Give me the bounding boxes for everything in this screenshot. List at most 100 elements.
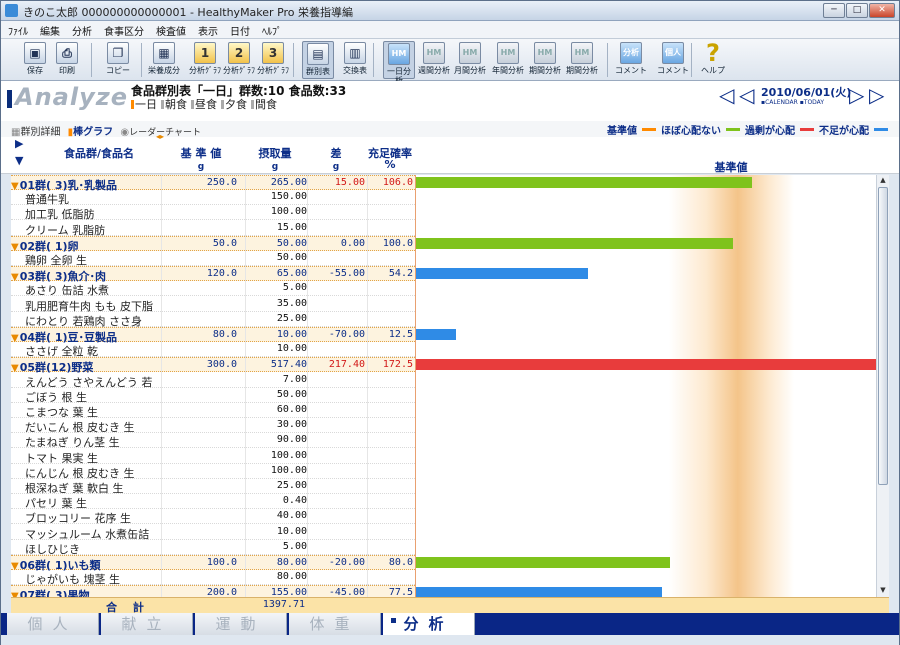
- menu-item[interactable]: 編集: [33, 21, 65, 38]
- nav-tab[interactable]: 運動: [195, 613, 287, 635]
- last-date-icon[interactable]: ▷: [869, 85, 884, 105]
- scroll-down-icon[interactable]: ▼: [878, 586, 888, 596]
- food-row[interactable]: マッシュルーム 水煮缶詰 10.00: [11, 525, 415, 541]
- group-row[interactable]: 07群( 3)果物 200.0 155.00 -45.00 77.5: [11, 585, 415, 597]
- food-row[interactable]: こまつな 葉 生 60.00: [11, 403, 415, 419]
- meal-option[interactable]: 朝食: [161, 98, 187, 111]
- food-row[interactable]: にんじん 根 皮むき 生 100.00: [11, 464, 415, 480]
- first-date-icon[interactable]: ◁: [719, 85, 734, 105]
- next-date-icon[interactable]: ▷: [849, 85, 864, 105]
- toolbar-button[interactable]: 1 分析ｸﾞﾗﾌ: [189, 41, 221, 79]
- toolbar-button[interactable]: ⎙ 印刷: [51, 41, 83, 79]
- toolbar-button[interactable]: HM 期間分析: [566, 41, 598, 79]
- nav-tab[interactable]: 体重: [289, 613, 381, 635]
- food-row[interactable]: パセリ 葉 生 0.40: [11, 494, 415, 510]
- toolbar-button[interactable]: HM 年間分析: [492, 41, 524, 79]
- food-row[interactable]: ブロッコリー 花序 生 40.00: [11, 509, 415, 525]
- toolbar-button[interactable]: ▦ 栄養成分: [148, 41, 180, 79]
- meal-option[interactable]: 一日: [131, 98, 157, 111]
- menu-item[interactable]: 分析: [65, 21, 97, 38]
- toolbar-label: 群別表: [306, 67, 330, 76]
- menu-item[interactable]: ﾌｧｲﾙ: [1, 21, 33, 38]
- food-row[interactable]: じゃがいも 塊茎 生 80.00: [11, 570, 415, 586]
- expand-all-icon[interactable]: ▶: [15, 137, 23, 150]
- menu-item[interactable]: ﾍﾙﾌﾟ: [255, 21, 287, 38]
- total-row: 合 計 1397.71: [11, 597, 889, 614]
- nav-tab[interactable]: 個人: [7, 613, 99, 635]
- cell-intake: 155.00: [270, 587, 307, 597]
- food-row[interactable]: クリーム 乳脂肪 15.00: [11, 221, 415, 237]
- minimize-button[interactable]: ─: [823, 3, 845, 18]
- food-row[interactable]: トマト 果実 生 100.00: [11, 449, 415, 465]
- chart-bar: [416, 237, 733, 249]
- bar-chart: [415, 175, 876, 597]
- food-row[interactable]: 普通牛乳 150.00: [11, 190, 415, 206]
- calendar-link[interactable]: CALENDAR: [765, 99, 798, 106]
- food-row[interactable]: だいこん 根 皮むき 生 30.00: [11, 418, 415, 434]
- menu-item[interactable]: 日付: [223, 21, 255, 38]
- cell-rate: 172.5: [382, 359, 413, 371]
- group-row[interactable]: 02群( 1)卵50.050.000.00100.0: [11, 235, 415, 253]
- toolbar-button[interactable]: HM一日分析: [383, 41, 415, 85]
- cell-std: 250.0: [206, 177, 237, 188]
- maximize-button[interactable]: □: [846, 3, 868, 18]
- food-row[interactable]: ほしひじき 5.00: [11, 540, 415, 556]
- toolbar-button[interactable]: ▣ 保存: [19, 41, 51, 79]
- toolbar-button[interactable]: ▤ 群別表: [302, 41, 334, 79]
- scroll-thumb[interactable]: [878, 187, 888, 485]
- scroll-up-icon[interactable]: ▲: [878, 176, 888, 186]
- toolbar-button[interactable]: 3 分析ｸﾞﾗﾌ: [257, 41, 289, 79]
- menu-item[interactable]: 食事区分: [97, 21, 149, 38]
- food-row[interactable]: えんどう さやえんどう 若 7.00: [11, 373, 415, 389]
- food-row[interactable]: ごぼう 根 生 50.00: [11, 388, 415, 404]
- toolbar-button[interactable]: HM 週間分析: [418, 41, 450, 79]
- food-row[interactable]: 根深ねぎ 葉 軟白 生 25.00: [11, 479, 415, 495]
- close-button[interactable]: ✕: [869, 3, 895, 18]
- food-row[interactable]: にわとり 若鶏肉 ささ身 25.00: [11, 312, 415, 328]
- food-row[interactable]: 加工乳 低脂肪 100.00: [11, 205, 415, 221]
- cell-intake: 25.00: [276, 312, 307, 324]
- current-date[interactable]: 2010/06/01(火): [761, 84, 851, 100]
- toolbar-button[interactable]: HM 月間分析: [454, 41, 486, 79]
- collapse-all-icon[interactable]: ▼: [15, 154, 23, 167]
- cell-rate: 77.5: [388, 587, 413, 597]
- cell-intake: 10.00: [276, 525, 307, 537]
- cell-std: 100.0: [206, 557, 237, 568]
- column-divider: [245, 175, 246, 597]
- group-row[interactable]: 01群( 3)乳･乳製品250.0265.0015.00106.0: [11, 175, 415, 192]
- menu-item[interactable]: 表示: [191, 21, 223, 38]
- toolbar-button[interactable]: ? ヘルプ: [697, 41, 729, 79]
- toolbar-button[interactable]: 2 分析ｸﾞﾗﾌ: [223, 41, 255, 79]
- toolbar-button[interactable]: 個人 コメント: [657, 41, 689, 79]
- toolbar-button[interactable]: ❐ コピー: [102, 41, 134, 79]
- toolbar-button[interactable]: 分析 コメント: [615, 41, 647, 79]
- toolbar-icon: ▦: [153, 42, 175, 64]
- group-row[interactable]: 06群( 1)いも類100.080.00-20.0080.0: [11, 555, 415, 572]
- meal-option[interactable]: 間食: [251, 98, 277, 111]
- group-row[interactable]: 04群( 1)豆･豆製品80.010.00-70.0012.5: [11, 327, 415, 344]
- prev-date-icon[interactable]: ◁: [739, 85, 754, 105]
- toolbar-button[interactable]: HM 期間分析: [529, 41, 561, 79]
- menu-item[interactable]: 検査値: [149, 21, 191, 38]
- toolbar-icon: HM: [423, 42, 445, 64]
- toolbar-label: ヘルプ: [701, 66, 725, 75]
- nav-tab[interactable]: 献立: [101, 613, 193, 635]
- column-resize-icon[interactable]: ◂▸: [156, 132, 164, 141]
- food-row[interactable]: あさり 缶詰 水煮 5.00: [11, 281, 415, 297]
- food-row[interactable]: 乳用肥育牛肉 もも 皮下脂 35.00: [11, 297, 415, 313]
- food-row[interactable]: たまねぎ りん茎 生 90.00: [11, 433, 415, 449]
- meal-option[interactable]: 昼食: [191, 98, 217, 111]
- food-row[interactable]: ささげ 全粒 乾 10.00: [11, 342, 415, 358]
- vertical-scrollbar[interactable]: ▲ ▼: [876, 175, 889, 597]
- nav-tab[interactable]: 分析: [383, 613, 475, 635]
- food-row[interactable]: 鶏卵 全卵 生 50.00: [11, 251, 415, 267]
- toolbar-button[interactable]: ▥ 交換表: [339, 41, 371, 79]
- row-name: 07群( 3)果物: [11, 587, 161, 597]
- cell-intake: 10.00: [276, 329, 307, 340]
- today-link[interactable]: TODAY: [804, 99, 824, 106]
- group-row[interactable]: 03群( 3)魚介･肉120.065.00-55.0054.2: [11, 266, 415, 283]
- cell-intake: 0.40: [282, 495, 307, 507]
- group-row[interactable]: 05群(12)野菜300.0517.40217.40172.5: [11, 357, 415, 374]
- application-window: きのこ太郎 000000000000001 - HealthyMaker Pro…: [0, 0, 900, 645]
- meal-option[interactable]: 夕食: [221, 98, 247, 111]
